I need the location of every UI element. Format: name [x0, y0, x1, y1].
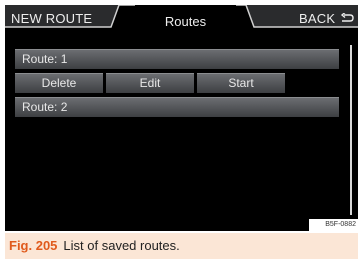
new-route-tab[interactable]: NEW ROUTE — [5, 5, 135, 33]
figure-caption-text: List of saved routes. — [63, 238, 180, 253]
page-title: Routes — [164, 14, 207, 29]
route-item-1[interactable]: Route: 1 — [15, 49, 339, 69]
route-item-2[interactable]: Route: 2 — [15, 97, 339, 117]
back-tab[interactable]: BACK — [236, 5, 358, 33]
edit-button[interactable]: Edit — [106, 73, 194, 93]
start-button[interactable]: Start — [197, 73, 285, 93]
scrollbar[interactable] — [350, 45, 352, 215]
figure-caption: Fig. 205 List of saved routes. — [5, 233, 358, 259]
back-label: BACK — [299, 11, 336, 26]
route-screen: NEW ROUTE Routes BACK Route: 1 Delete Ed… — [5, 5, 358, 231]
figure-code: B5F-0882 — [309, 219, 358, 231]
delete-button[interactable]: Delete — [15, 73, 103, 93]
new-route-label: NEW ROUTE — [11, 11, 93, 26]
back-arrow-icon — [340, 13, 354, 22]
figure-label: Fig. 205 — [9, 238, 58, 253]
